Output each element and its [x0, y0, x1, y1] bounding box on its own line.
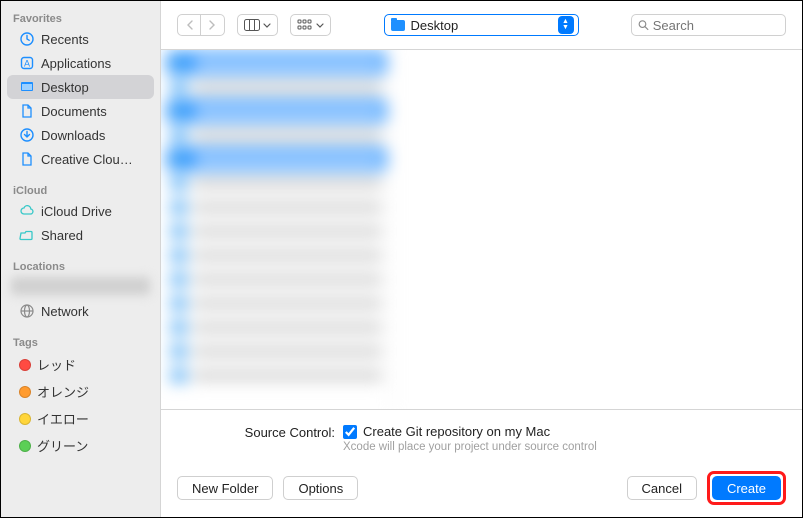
sidebar-item-documents[interactable]: Documents: [7, 99, 154, 123]
sidebar-item-label: レッド: [37, 355, 76, 374]
sidebar-item-creative-clou-[interactable]: Creative Clou…: [7, 147, 154, 171]
sidebar-item-label: オレンジ: [37, 382, 89, 401]
sidebar-item-label: イエロー: [37, 409, 89, 428]
sidebar-item-desktop[interactable]: Desktop: [7, 75, 154, 99]
source-control-label: Source Control:: [233, 424, 335, 440]
git-checkbox-row[interactable]: Create Git repository on my Mac: [343, 424, 597, 439]
sidebar-item-hidden[interactable]: [11, 277, 150, 295]
folder-icon: [391, 20, 405, 31]
sidebar-section-header: iCloud: [1, 181, 160, 199]
sidebar-item--[interactable]: グリーン: [7, 432, 154, 459]
sidebar-item-downloads[interactable]: Downloads: [7, 123, 154, 147]
tag-dot-icon: [19, 359, 31, 371]
chevron-down-icon: [316, 23, 324, 28]
sidebar-item-label: Shared: [41, 228, 83, 243]
bottom-panel: Source Control: Create Git repository on…: [161, 409, 802, 517]
sidebar-section-header: Favorites: [1, 9, 160, 27]
sidebar-item-icloud-drive[interactable]: iCloud Drive: [7, 199, 154, 223]
search-icon: [638, 19, 649, 31]
doc-icon: [19, 103, 35, 119]
file-browser: [161, 49, 802, 409]
download-icon: [19, 127, 35, 143]
columns-icon: [244, 19, 260, 31]
sidebar-item-label: Documents: [41, 104, 107, 119]
tag-dot-icon: [19, 386, 31, 398]
tag-dot-icon: [19, 440, 31, 452]
clock-icon: [19, 31, 35, 47]
search-input[interactable]: [653, 18, 779, 33]
cloud-icon: [19, 203, 35, 219]
sidebar-item-recents[interactable]: Recents: [7, 27, 154, 51]
up-down-arrows-icon: ▲▼: [558, 16, 574, 34]
file-column-empty[interactable]: [393, 50, 802, 409]
source-control-hint: Xcode will place your project under sour…: [343, 441, 597, 453]
chevron-right-icon: [209, 20, 216, 30]
git-checkbox-label: Create Git repository on my Mac: [363, 424, 550, 439]
create-button[interactable]: Create: [712, 476, 781, 500]
sidebar-section-header: Locations: [1, 257, 160, 275]
file-column[interactable]: [161, 50, 393, 409]
sidebar-item-label: Desktop: [41, 80, 89, 95]
sidebar-item-label: Applications: [41, 56, 111, 71]
nav-buttons: [177, 14, 225, 36]
save-panel: Favorites Recents A Applications Desktop Docu…: [1, 1, 802, 517]
doc-icon: [19, 151, 35, 167]
location-popup[interactable]: Desktop ▲▼: [384, 14, 579, 36]
back-button[interactable]: [177, 14, 201, 36]
desktop-icon: [19, 79, 35, 95]
sidebar-item--[interactable]: オレンジ: [7, 378, 154, 405]
network-icon: [19, 303, 35, 319]
toolbar: Desktop ▲▼: [161, 1, 802, 49]
shared-icon: [19, 227, 35, 243]
create-button-highlight: Create: [707, 471, 786, 505]
chevron-left-icon: [186, 20, 193, 30]
sidebar: Favorites Recents A Applications Desktop Docu…: [1, 1, 161, 517]
sidebar-item-network[interactable]: Network: [7, 299, 154, 323]
options-button[interactable]: Options: [283, 476, 358, 500]
search-field[interactable]: [631, 14, 786, 36]
sidebar-item-label: Network: [41, 304, 89, 319]
git-checkbox[interactable]: [343, 425, 357, 439]
sidebar-item-shared[interactable]: Shared: [7, 223, 154, 247]
forward-button[interactable]: [201, 14, 225, 36]
sidebar-item-label: iCloud Drive: [41, 204, 112, 219]
sidebar-item--[interactable]: レッド: [7, 351, 154, 378]
sidebar-item-applications[interactable]: A Applications: [7, 51, 154, 75]
sidebar-item-label: Downloads: [41, 128, 105, 143]
sidebar-item-label: Recents: [41, 32, 89, 47]
view-mode-button[interactable]: [237, 14, 278, 36]
chevron-down-icon: [263, 23, 271, 28]
sidebar-item-label: Creative Clou…: [41, 152, 133, 167]
app-icon: A: [19, 55, 35, 71]
location-label: Desktop: [411, 18, 552, 33]
sidebar-section-header: Tags: [1, 333, 160, 351]
grid-icon: [297, 19, 313, 31]
source-control-row: Source Control: Create Git repository on…: [177, 424, 786, 453]
button-row: New Folder Options Cancel Create: [177, 471, 786, 505]
sidebar-item--[interactable]: イエロー: [7, 405, 154, 432]
tag-dot-icon: [19, 413, 31, 425]
svg-text:A: A: [24, 59, 30, 69]
new-folder-button[interactable]: New Folder: [177, 476, 273, 500]
main-panel: Desktop ▲▼: [161, 1, 802, 517]
sidebar-item-label: グリーン: [37, 436, 88, 455]
group-button[interactable]: [290, 14, 331, 36]
cancel-button[interactable]: Cancel: [627, 476, 697, 500]
